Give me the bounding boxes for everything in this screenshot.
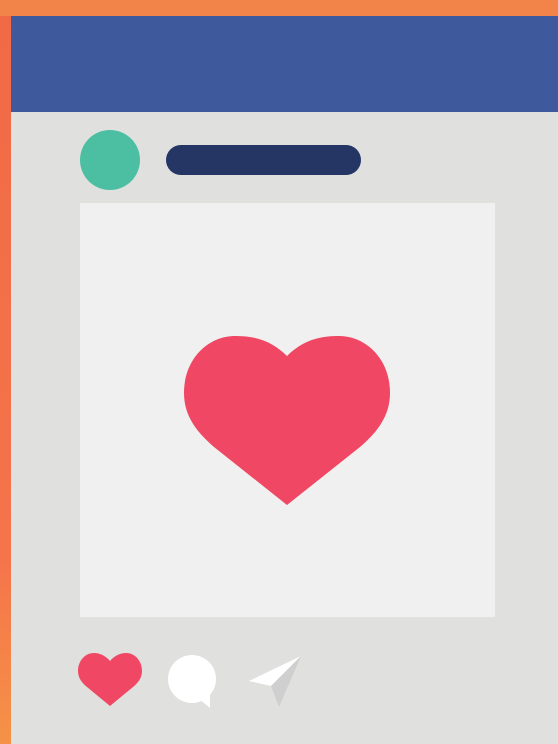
frame-top-edge: [0, 0, 558, 16]
heart-icon: [78, 653, 142, 706]
heart-icon: [184, 336, 390, 505]
app-window: [11, 16, 558, 744]
like-button[interactable]: [77, 651, 143, 711]
share-button[interactable]: [247, 654, 303, 710]
frame-left-edge: [0, 0, 11, 744]
comment-button[interactable]: [166, 654, 221, 709]
app-header: [11, 16, 558, 112]
avatar[interactable]: [80, 130, 140, 190]
username-placeholder[interactable]: [166, 145, 361, 175]
send-icon: [249, 656, 301, 707]
device-frame: [0, 0, 558, 744]
comment-bubble-icon: [168, 655, 216, 708]
post-image[interactable]: [80, 203, 495, 617]
